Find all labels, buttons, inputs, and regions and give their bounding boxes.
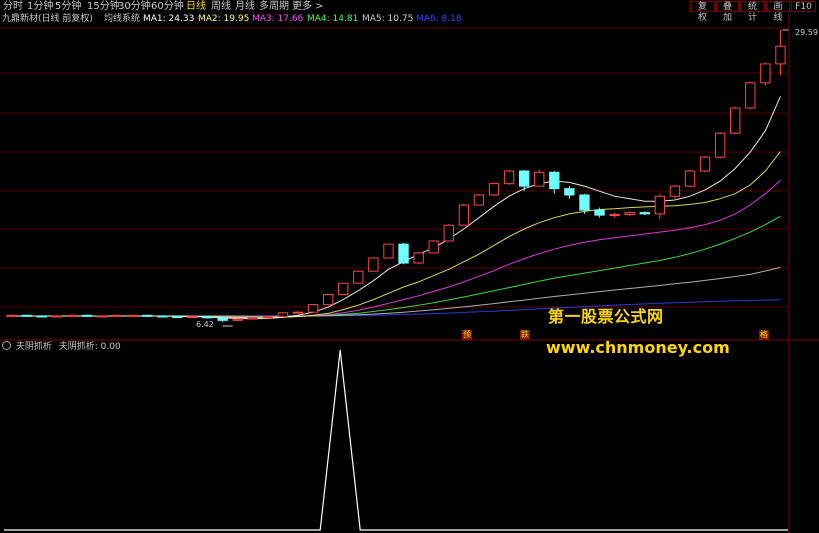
candle-body-31	[473, 194, 485, 206]
marker-2: 跌	[520, 330, 530, 340]
candle-body-10	[157, 315, 168, 318]
watermark-url: www.chnmoney.com	[546, 338, 730, 357]
candle-body-17	[262, 316, 274, 319]
candle-body-5	[81, 314, 93, 317]
watermark-title: 第一股票公式网	[548, 307, 664, 326]
ma-line-ma6	[11, 299, 781, 317]
candle-body-3	[51, 315, 62, 318]
candle-body-41	[624, 212, 635, 216]
candle-body-50	[760, 63, 771, 84]
candle-body-18	[277, 312, 289, 318]
candle-body-47	[714, 132, 726, 158]
indicator-legend: 夫阴抓析 夫阴抓析: 0.00	[0, 341, 121, 353]
candle-body-26	[398, 243, 409, 264]
candle-body-36	[549, 171, 560, 190]
candle-body-39	[594, 209, 605, 216]
candle-body-49	[745, 82, 756, 109]
candle-body-28	[428, 240, 439, 254]
candle-body-13	[202, 316, 213, 319]
candle-body-9	[142, 314, 153, 317]
candle-body-22	[338, 282, 349, 296]
candle-body-44	[669, 185, 681, 197]
candle-body-4	[66, 314, 78, 317]
candle-body-34	[518, 170, 530, 187]
candle-body-15	[232, 318, 243, 321]
candle-body-6	[96, 315, 108, 318]
candle-body-29	[443, 224, 454, 242]
candle-body-19	[292, 311, 304, 314]
candle-body-37	[564, 188, 575, 196]
candle-body-16	[247, 317, 258, 320]
candle-body-21	[322, 294, 334, 306]
candle-body-11	[172, 316, 183, 319]
candle-body-33	[503, 170, 515, 185]
candle-body-43	[654, 195, 666, 215]
marker-3: 格	[759, 330, 769, 340]
candle-body-25	[383, 243, 394, 259]
marker-1: 预	[462, 330, 472, 340]
candle-body-40	[609, 214, 620, 217]
candle-body-24	[368, 257, 379, 272]
indicator-value: 夫阴抓析: 0.00	[58, 342, 121, 352]
candle-body-35	[534, 171, 545, 187]
candle-body-14	[217, 317, 228, 321]
indicator-line	[4, 349, 788, 531]
candle-body-42	[639, 212, 650, 215]
candle-body-0	[6, 314, 17, 317]
candle-body-8	[126, 314, 138, 317]
indicator-icon[interactable]	[2, 341, 11, 350]
candle-body-46	[699, 156, 711, 172]
candle-body-48	[730, 107, 741, 134]
candle-body-20	[307, 304, 319, 313]
candle-body-38	[579, 194, 590, 211]
kline-chart[interactable]	[0, 0, 819, 533]
candle-body-51	[775, 45, 786, 65]
price-max-label: 29.59	[795, 28, 818, 37]
candle-body-32	[488, 183, 500, 196]
candle-body-27	[413, 252, 424, 264]
candle-body-45	[684, 170, 696, 187]
candle-body-1	[21, 314, 32, 317]
candle-body-7	[111, 314, 123, 317]
candle-body-30	[458, 204, 470, 226]
indicator-name[interactable]: 夫阴抓析	[16, 342, 52, 352]
candle-body-2	[36, 315, 47, 318]
candle-body-12	[187, 316, 198, 319]
ma-line-ma2	[11, 151, 781, 319]
candle-body-23	[353, 270, 364, 284]
price-min-label: 6.42	[196, 320, 214, 329]
